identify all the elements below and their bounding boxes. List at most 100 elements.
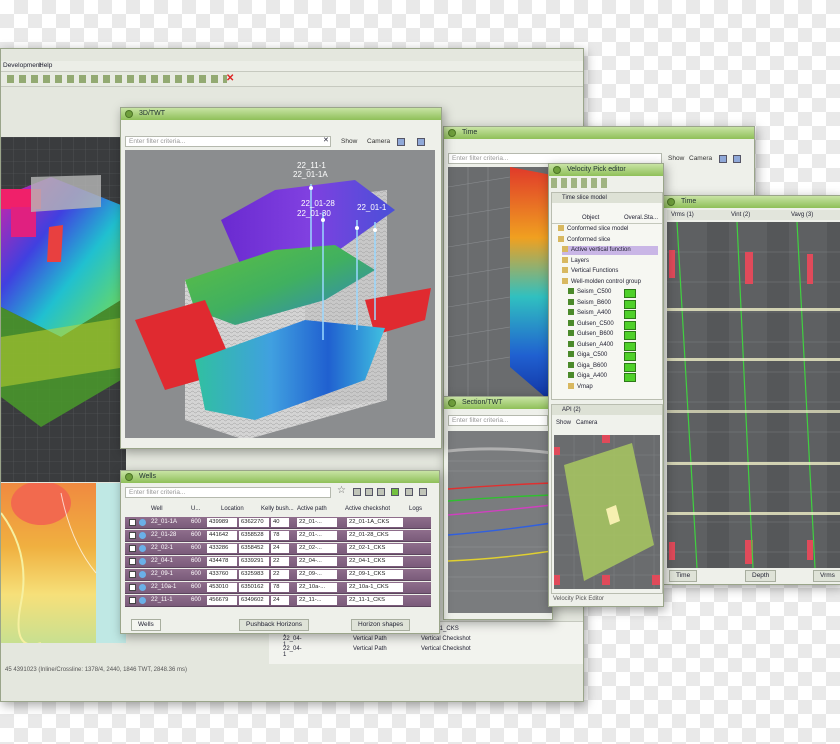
well-cell-path[interactable]: 22_01-... bbox=[297, 518, 337, 527]
view3d-filter-input[interactable]: Enter filter criteria... bbox=[125, 136, 331, 147]
col-checkshot[interactable]: Active checkshot bbox=[345, 506, 390, 512]
tree-item[interactable]: Well-molden control group bbox=[562, 277, 641, 287]
well-cell-checkshot[interactable]: 22_09-1_CKS bbox=[347, 570, 403, 579]
left-3d-viewport[interactable] bbox=[1, 137, 126, 482]
well-cell-x[interactable]: 433286 bbox=[207, 544, 237, 553]
wells-titlebar[interactable]: Wells bbox=[121, 471, 439, 483]
tree-item[interactable]: Gulsen_C500 bbox=[568, 319, 614, 329]
chevron-down-icon[interactable]: ▼ bbox=[397, 582, 402, 593]
well-cell-y[interactable]: 6349602 bbox=[239, 596, 269, 605]
col-status[interactable]: Sta... bbox=[644, 215, 658, 221]
tree-item[interactable]: Gulsen_A400 bbox=[568, 340, 613, 350]
col-active-path[interactable]: Active path bbox=[297, 506, 327, 512]
section-filter-input[interactable]: Enter filter criteria... bbox=[448, 415, 548, 426]
col-logs[interactable]: Logs bbox=[409, 506, 422, 512]
well-visible-checkbox[interactable] bbox=[129, 584, 136, 591]
tree-item[interactable]: Vmap bbox=[568, 382, 593, 392]
wells-filter-input[interactable]: Enter filter criteria... bbox=[125, 487, 331, 498]
well-cell-x[interactable]: 439989 bbox=[207, 518, 237, 527]
well-cell-path[interactable]: 22_04-... bbox=[297, 557, 337, 566]
status-swatch[interactable] bbox=[624, 320, 636, 330]
col-kelly[interactable]: Kelly bush... bbox=[261, 506, 294, 512]
api-map[interactable] bbox=[554, 435, 660, 589]
col-well[interactable]: Well bbox=[151, 506, 163, 512]
well-cell-checkshot[interactable]: 22_01-28_CKS bbox=[347, 531, 403, 540]
well-cell-checkshot[interactable]: 22_01-1A_CKS bbox=[347, 518, 403, 527]
view3d-viewport[interactable]: 22_11-1 22_01-1A 22_01-28 22_01-30 22_01… bbox=[125, 150, 435, 440]
well-visible-checkbox[interactable] bbox=[129, 532, 136, 539]
col-object[interactable]: Object bbox=[582, 215, 599, 221]
well-cell-kb[interactable]: 24 bbox=[271, 596, 289, 605]
tree-item[interactable]: Gulsen_B600 bbox=[568, 330, 613, 339]
chevron-down-icon[interactable]: ▼ bbox=[397, 556, 402, 567]
col-location[interactable]: Location bbox=[221, 506, 244, 512]
view3d-show-label[interactable]: Show bbox=[341, 136, 357, 147]
well-cell-checkshot[interactable]: 22_10a-1_CKS bbox=[347, 583, 403, 592]
well-cell-checkshot[interactable]: 22_11-1_CKS bbox=[347, 596, 403, 605]
api-camera-label[interactable]: Camera bbox=[576, 420, 597, 426]
well-row[interactable]: 22_04-1 600 434478 6339291 22 22_04-... 22_04-… bbox=[125, 556, 431, 568]
col-unit[interactable]: U... bbox=[191, 506, 200, 512]
well-cell-x[interactable]: 441642 bbox=[207, 531, 237, 540]
chevron-down-icon[interactable]: ▼ bbox=[397, 569, 402, 580]
well-cell-y[interactable]: 6350162 bbox=[239, 583, 269, 592]
time-view-titlebar[interactable]: Time bbox=[444, 127, 754, 139]
time-plot[interactable] bbox=[447, 167, 552, 403]
well-cell-y[interactable]: 6325983 bbox=[239, 570, 269, 579]
view-icon[interactable] bbox=[397, 138, 405, 146]
panel-header-vint[interactable]: Vint (2) bbox=[731, 212, 750, 218]
tree-item[interactable]: Conformed slice model bbox=[558, 225, 628, 234]
view-icon[interactable] bbox=[719, 155, 727, 163]
api-show-label[interactable]: Show bbox=[556, 420, 571, 426]
menu-help[interactable]: Help bbox=[39, 62, 52, 69]
well-cell-y[interactable]: 6358528 bbox=[239, 531, 269, 540]
status-swatch[interactable] bbox=[624, 331, 636, 340]
tab-depth[interactable]: Depth bbox=[745, 570, 777, 582]
well-visible-checkbox[interactable] bbox=[129, 571, 136, 578]
well-row[interactable]: 22_01-28 600 441642 6358528 78 22_01-... 22_01… bbox=[125, 530, 431, 542]
status-swatch[interactable] bbox=[624, 352, 636, 361]
tree-item[interactable]: Seism_A400 bbox=[568, 309, 611, 318]
tree-item[interactable]: Seism_C500 bbox=[568, 288, 611, 297]
gather-titlebar[interactable]: Time bbox=[663, 196, 840, 208]
toolbar-icon[interactable] bbox=[377, 488, 385, 496]
tree-item[interactable]: Seism_B600 bbox=[568, 298, 611, 308]
velocity-titlebar[interactable]: Velocity Pick editor bbox=[549, 164, 663, 176]
status-swatch[interactable] bbox=[624, 299, 636, 309]
tab-pushback-horizons[interactable]: Pushback Horizons bbox=[239, 619, 309, 631]
well-cell-path[interactable]: 22_10a-... bbox=[297, 583, 337, 592]
toolbar-icon[interactable] bbox=[405, 488, 413, 496]
status-swatch[interactable] bbox=[624, 341, 636, 351]
well-cell-kb[interactable]: 24 bbox=[271, 544, 289, 553]
tree-item[interactable]: Giga_C500 bbox=[568, 351, 607, 360]
well-visible-checkbox[interactable] bbox=[129, 558, 136, 565]
well-cell-x[interactable]: 456679 bbox=[207, 596, 237, 605]
well-cell-path[interactable]: 22_11-... bbox=[297, 596, 337, 605]
tab-wells[interactable]: Wells bbox=[131, 619, 161, 631]
view-icon[interactable] bbox=[417, 138, 425, 146]
tree-item[interactable]: Layers bbox=[562, 256, 589, 266]
well-cell-checkshot[interactable]: 22_04-1_CKS bbox=[347, 557, 403, 566]
well-row[interactable]: 22_09-1 600 433760 6325983 22 22_09-... 22_09-… bbox=[125, 569, 431, 581]
well-row[interactable]: 22_02-1 600 433286 6358452 24 22_02-... 22_02-… bbox=[125, 543, 431, 555]
star-icon[interactable]: ☆ bbox=[337, 485, 346, 496]
chevron-down-icon[interactable]: ▼ bbox=[397, 595, 402, 606]
section-titlebar[interactable]: Section/TWT bbox=[444, 397, 552, 409]
chevron-down-icon[interactable]: ▼ bbox=[397, 517, 402, 528]
toolbar-icon[interactable] bbox=[365, 488, 373, 496]
chevron-down-icon[interactable]: ▼ bbox=[397, 543, 402, 554]
tab-horizon-shapes[interactable]: Horizon shapes bbox=[351, 619, 411, 631]
well-cell-kb[interactable]: 78 bbox=[271, 583, 289, 592]
well-cell-y[interactable]: 6362270 bbox=[239, 518, 269, 527]
toolbar-icon[interactable] bbox=[353, 488, 361, 496]
chevron-down-icon[interactable]: ▼ bbox=[397, 530, 402, 541]
status-swatch[interactable] bbox=[624, 310, 636, 319]
well-cell-kb[interactable]: 22 bbox=[271, 557, 289, 566]
view3d-camera-label[interactable]: Camera bbox=[367, 136, 390, 147]
tree-item[interactable]: Giga_B600 bbox=[568, 361, 607, 371]
well-visible-checkbox[interactable] bbox=[129, 519, 136, 526]
well-cell-path[interactable]: 22_01-... bbox=[297, 531, 337, 540]
well-cell-x[interactable]: 433760 bbox=[207, 570, 237, 579]
well-cell-x[interactable]: 434478 bbox=[207, 557, 237, 566]
close-icon[interactable]: ✕ bbox=[226, 73, 234, 84]
